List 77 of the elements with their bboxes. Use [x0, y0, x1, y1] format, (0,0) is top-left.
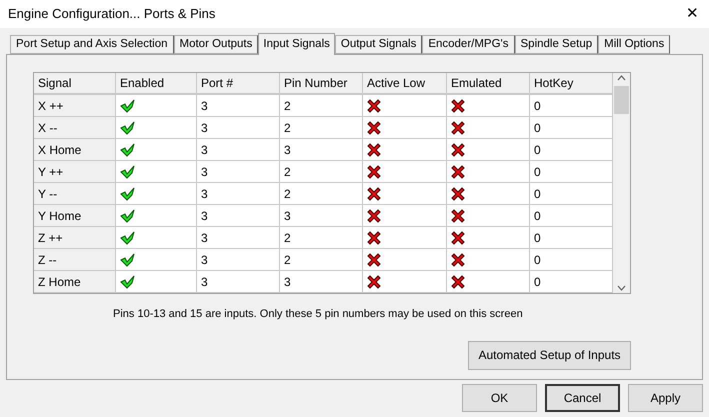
close-button[interactable]: ✕: [686, 2, 699, 26]
table-cell: 2: [280, 161, 363, 183]
table-cell[interactable]: [116, 161, 197, 183]
tab[interactable]: Encoder/MPG's: [422, 35, 514, 54]
row-header: Z ++: [34, 227, 116, 249]
table-cell[interactable]: [447, 249, 530, 271]
row-header: Z Home: [34, 271, 116, 293]
row-header: Y ++: [34, 161, 116, 183]
table-cell: 3: [280, 271, 363, 293]
table-cell[interactable]: [447, 183, 530, 205]
scroll-down-icon[interactable]: [617, 285, 626, 291]
row-header: X ++: [34, 95, 116, 117]
table-cell[interactable]: [363, 117, 447, 139]
table-cell[interactable]: [363, 161, 447, 183]
table-cell[interactable]: [363, 183, 447, 205]
column-header[interactable]: Active Low: [363, 73, 447, 95]
tab[interactable]: Port Setup and Axis Selection: [10, 35, 174, 54]
table-cell: 3: [197, 249, 280, 271]
tab[interactable]: Mill Options: [598, 35, 670, 54]
column-header[interactable]: Emulated: [447, 73, 530, 95]
table-cell[interactable]: [363, 139, 447, 161]
tab[interactable]: Motor Outputs: [174, 35, 258, 54]
table-cell: 3: [197, 117, 280, 139]
table-cell: 3: [197, 271, 280, 293]
table-cell: 2: [280, 249, 363, 271]
table-cell[interactable]: [116, 249, 197, 271]
table-cell[interactable]: [363, 205, 447, 227]
note-text: Pins 10-13 and 15 are inputs. Only these 5 pin numbers may be used on this screen: [113, 307, 524, 322]
table-cell: 3: [197, 139, 280, 161]
table-cell: 3: [197, 183, 280, 205]
table-cell: 3: [280, 205, 363, 227]
table-cell[interactable]: [447, 161, 530, 183]
dialog-button[interactable]: Cancel: [545, 384, 620, 412]
window-title: Engine Configuration... Ports & Pins: [8, 5, 216, 24]
table-cell[interactable]: [363, 249, 447, 271]
table-cell[interactable]: [447, 117, 530, 139]
scroll-up-icon[interactable]: [617, 75, 626, 81]
automated-setup-button[interactable]: Automated Setup of Inputs: [468, 340, 631, 370]
table-cell[interactable]: [116, 139, 197, 161]
column-header[interactable]: Port #: [197, 73, 280, 95]
table-cell[interactable]: [116, 183, 197, 205]
row-header: X Home: [34, 139, 116, 161]
table-cell[interactable]: [447, 227, 530, 249]
table-cell: 2: [280, 183, 363, 205]
tab[interactable]: Spindle Setup: [514, 35, 598, 54]
table-cell[interactable]: [447, 205, 530, 227]
tab[interactable]: Input Signals: [258, 33, 335, 55]
table-cell: 3: [197, 205, 280, 227]
scrollbar[interactable]: [613, 73, 630, 293]
table-cell[interactable]: [116, 117, 197, 139]
table-cell[interactable]: [116, 95, 197, 117]
table-cell[interactable]: [116, 271, 197, 293]
table-cell: 2: [280, 227, 363, 249]
table-cell: 3: [197, 95, 280, 117]
scroll-thumb[interactable]: [614, 86, 629, 114]
dialog-button[interactable]: OK: [462, 384, 537, 412]
table-cell[interactable]: [447, 271, 530, 293]
table-cell[interactable]: [447, 139, 530, 161]
column-header[interactable]: Enabled: [116, 73, 197, 95]
table-cell[interactable]: [116, 205, 197, 227]
table-cell: 2: [280, 95, 363, 117]
table-cell[interactable]: [447, 95, 530, 117]
row-header: Z --: [34, 249, 116, 271]
row-header: Y Home: [34, 205, 116, 227]
row-header: X --: [34, 117, 116, 139]
tab[interactable]: Output Signals: [334, 35, 422, 54]
table-cell[interactable]: [363, 271, 447, 293]
dialog-button[interactable]: Apply: [628, 384, 703, 412]
row-header: Y --: [34, 183, 116, 205]
table-cell: 3: [197, 161, 280, 183]
table-cell: 3: [280, 139, 363, 161]
table-cell: 2: [280, 117, 363, 139]
table-cell[interactable]: [116, 227, 197, 249]
table-cell[interactable]: [363, 95, 447, 117]
table-cell: 3: [197, 227, 280, 249]
column-header[interactable]: Pin Number: [280, 73, 363, 95]
table-cell[interactable]: [363, 227, 447, 249]
